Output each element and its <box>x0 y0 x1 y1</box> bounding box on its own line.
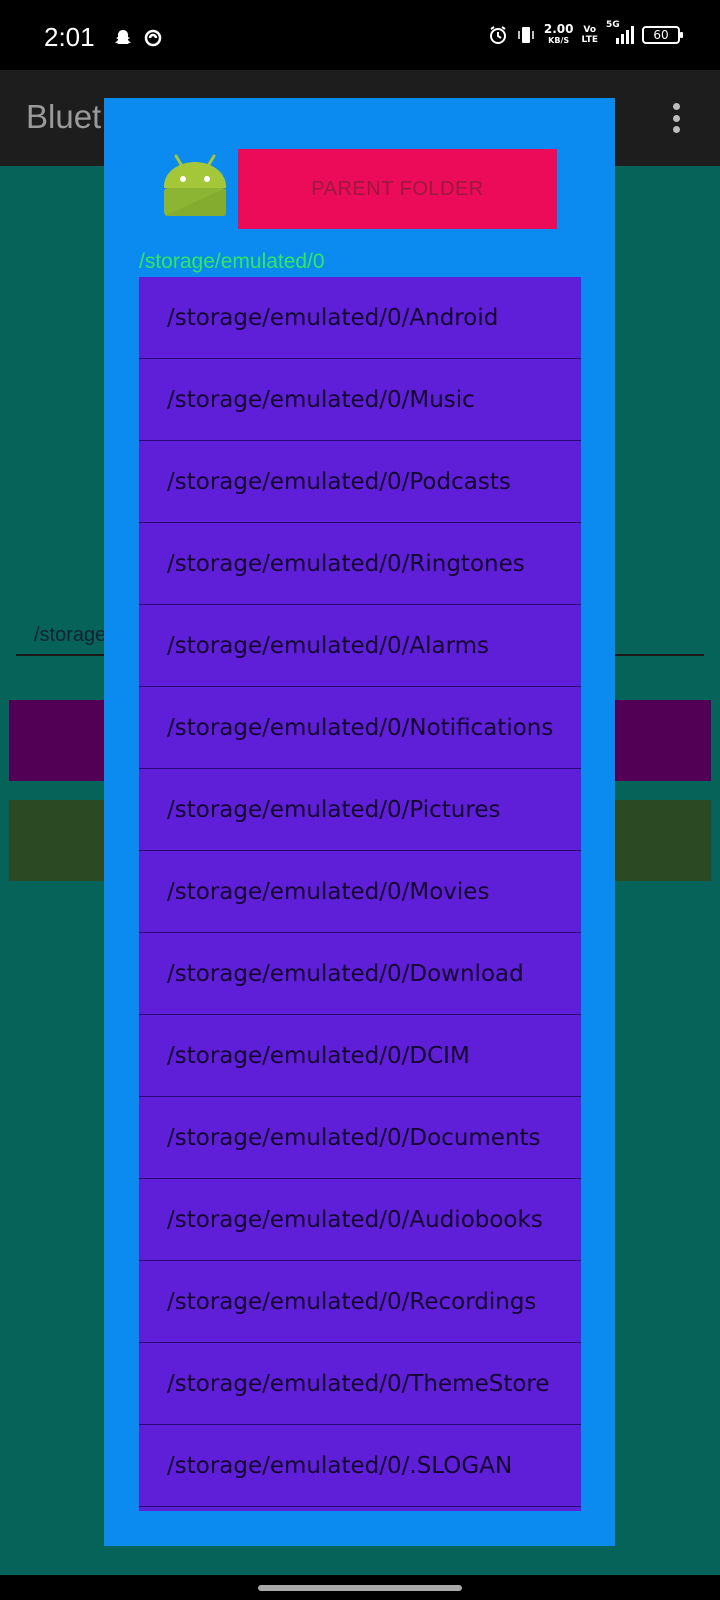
folder-item[interactable]: /storage/emulated/0/Podcasts <box>139 441 581 523</box>
app-title: Bluet <box>26 98 102 135</box>
folder-chooser-dialog: PARENT FOLDER /storage/emulated/0 /stora… <box>104 98 615 1546</box>
network-speed: 2.00 KB/S <box>543 22 574 46</box>
folder-item[interactable]: /storage/emulated/0/.SLOGAN <box>139 1425 581 1507</box>
parent-folder-button[interactable]: PARENT FOLDER <box>238 149 557 229</box>
path-input-text: /storage <box>34 624 107 646</box>
folder-list[interactable]: /storage/emulated/0/Android /storage/emu… <box>139 277 581 1511</box>
system-icons: 2.00 KB/S Vo LTE 5G 60 <box>488 20 683 46</box>
folder-item[interactable]: /storage/emulated/0/Download <box>139 933 581 1015</box>
folder-item[interactable]: /storage/emulated/0/ThemeStore <box>139 1343 581 1425</box>
volte-bottom: LTE <box>581 35 598 45</box>
folder-item[interactable]: /storage/emulated/0/Documents <box>139 1097 581 1179</box>
overflow-menu-icon[interactable] <box>672 103 680 133</box>
alarm-icon <box>489 26 506 44</box>
android-icon <box>164 154 226 216</box>
notification-icons <box>113 28 163 48</box>
folder-item[interactable]: /storage/emulated/0/Movies <box>139 851 581 933</box>
volte-indicator: Vo LTE <box>581 25 598 45</box>
folder-item[interactable]: /storage/emulated/0/Notifications <box>139 687 581 769</box>
network-speed-unit: KB/S <box>548 36 570 45</box>
folder-item[interactable]: /storage/emulated/0/Audiobooks <box>139 1179 581 1261</box>
folder-item[interactable]: /storage/emulated/0/Recordings <box>139 1261 581 1343</box>
folder-item[interactable]: /storage/emulated/0/Android <box>139 277 581 359</box>
folder-item[interactable]: /storage/emulated/0/Ringtones <box>139 523 581 605</box>
battery-level: 60 <box>653 28 669 42</box>
folder-item[interactable]: /storage/emulated/0/Pictures <box>139 769 581 851</box>
volte-top: Vo <box>583 25 597 35</box>
folder-item[interactable]: /storage/emulated/0/Alarms <box>139 605 581 687</box>
app-notification-icon <box>144 29 162 47</box>
home-gesture-handle[interactable] <box>258 1585 462 1591</box>
status-bar: 2:01 2.00 KB/S Vo LTE 5G 60 <box>0 0 720 70</box>
current-path-label: /storage/emulated/0 <box>139 250 325 273</box>
vibrate-icon <box>518 27 534 43</box>
folder-item[interactable]: /storage/emulated/0/DCIM <box>139 1015 581 1097</box>
signal-icon: 5G <box>606 20 634 46</box>
clock: 2:01 <box>44 22 95 52</box>
battery-icon: 60 <box>642 26 683 44</box>
navigation-bar <box>0 1575 720 1600</box>
network-speed-value: 2.00 <box>543 22 574 36</box>
snapchat-icon <box>115 30 131 44</box>
folder-item[interactable]: /storage/emulated/0/Music <box>139 359 581 441</box>
